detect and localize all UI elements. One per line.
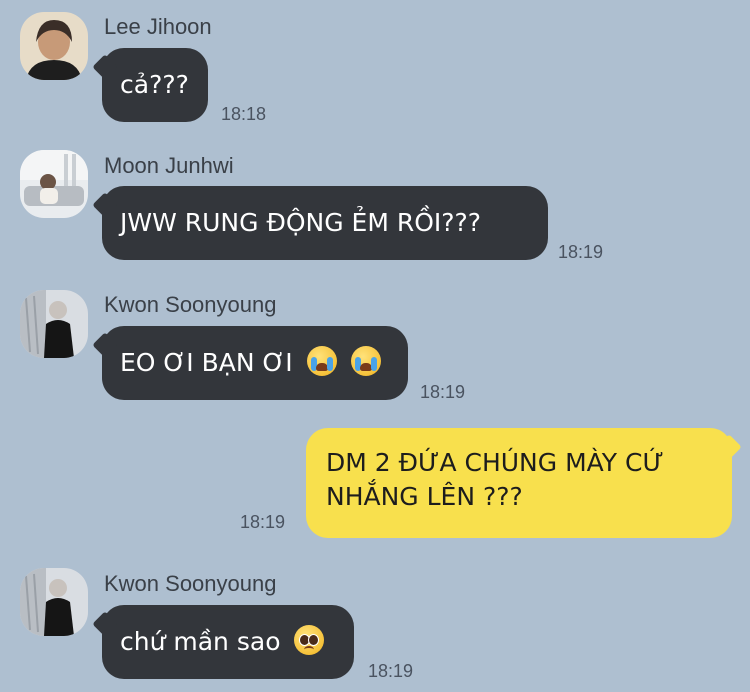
message-text-line: DM 2 ĐỨA CHÚNG MÀY CỨ	[326, 448, 664, 477]
avatar-lee-jihoon[interactable]	[20, 12, 88, 80]
message-time: 18:19	[240, 512, 286, 532]
sender-name: Moon Junhwi	[104, 153, 234, 178]
message-text: JWW RUNG ĐỘNG ẺM RỒI???	[120, 208, 482, 237]
message-bubble[interactable]: chứ mần sao	[102, 605, 354, 679]
sender-name: Kwon Soonyoung	[104, 292, 277, 317]
loudly-crying-face-icon	[306, 346, 337, 376]
message-bubble[interactable]: EO ƠI BẠN ƠI	[102, 326, 408, 400]
message-text: cả???	[120, 70, 189, 99]
loudly-crying-face-icon	[350, 346, 381, 376]
message-bubble[interactable]: cả???	[102, 48, 208, 122]
message-time: 18:19	[368, 661, 414, 681]
message-time: 18:19	[558, 242, 604, 262]
avatar-moon-junhwi[interactable]	[20, 150, 88, 218]
message-time: 18:18	[221, 104, 267, 124]
sender-name: Lee Jihoon	[104, 14, 212, 39]
pleading-face-icon	[294, 625, 325, 655]
message-time: 18:19	[420, 382, 466, 402]
message-text-line: NHẮNG LÊN ???	[326, 482, 523, 511]
message-bubble[interactable]: JWW RUNG ĐỘNG ẺM RỒI???	[102, 186, 548, 260]
message-bubble-outgoing[interactable]: DM 2 ĐỨA CHÚNG MÀY CỨ NHẮNG LÊN ???	[306, 428, 732, 538]
message-text: chứ mần sao	[120, 627, 281, 656]
avatar-kwon-soonyoung[interactable]	[20, 290, 88, 358]
sender-name: Kwon Soonyoung	[104, 571, 277, 596]
message-text: EO ƠI BẠN ƠI	[120, 348, 293, 377]
avatar-kwon-soonyoung[interactable]	[20, 568, 88, 636]
